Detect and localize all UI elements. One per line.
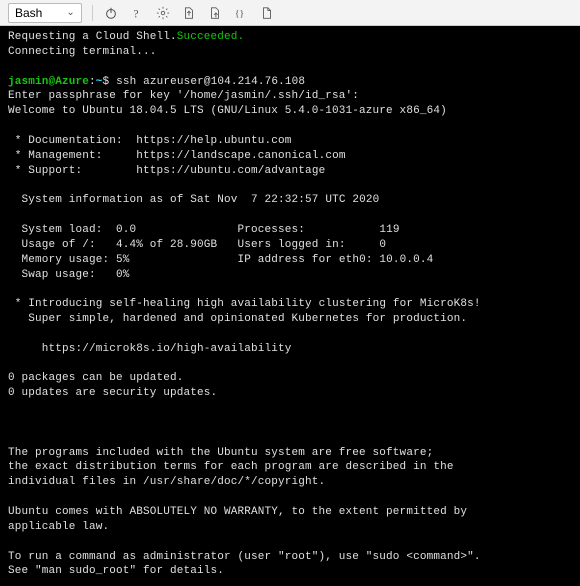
- new-file-icon[interactable]: [207, 5, 223, 21]
- text-line: Requesting a Cloud Shell.: [8, 31, 177, 43]
- text-line: Connecting terminal...: [8, 46, 157, 58]
- upload-file-icon[interactable]: [181, 5, 197, 21]
- settings-icon[interactable]: [155, 5, 171, 21]
- braces-icon[interactable]: {}: [233, 5, 249, 21]
- prompt-sep: :: [89, 76, 96, 88]
- cloud-shell-toolbar: Bash ⌄ ? {}: [0, 0, 580, 26]
- shell-selector[interactable]: Bash ⌄: [8, 3, 82, 23]
- prompt-user: jasmin@Azure: [8, 76, 89, 88]
- text-line: See "man sudo_root" for details.: [8, 565, 224, 577]
- text-line: System information as of Sat Nov 7 22:32…: [8, 194, 379, 206]
- text-succeeded: Succeeded.: [177, 31, 245, 43]
- text-line: Memory usage: 5% IP address for eth0: 10…: [8, 254, 433, 266]
- text-line: System load: 0.0 Processes: 119: [8, 224, 400, 236]
- help-icon[interactable]: ?: [129, 5, 145, 21]
- shell-selector-label: Bash: [15, 6, 42, 20]
- text-line: Welcome to Ubuntu 18.04.5 LTS (GNU/Linux…: [8, 105, 447, 117]
- text-line: 0 packages can be updated.: [8, 372, 184, 384]
- text-line: Swap usage: 0%: [8, 269, 130, 281]
- text-line: * Management: https://landscape.canonica…: [8, 150, 346, 162]
- svg-text:{}: {}: [235, 8, 244, 19]
- text-line: To run a command as administrator (user …: [8, 551, 481, 563]
- text-line: applicable law.: [8, 521, 109, 533]
- toolbar-separator: [92, 5, 93, 21]
- prompt-path: ~: [96, 76, 103, 88]
- svg-text:?: ?: [133, 8, 138, 20]
- text-line: the exact distribution terms for each pr…: [8, 461, 454, 473]
- text-line: Usage of /: 4.4% of 28.90GB Users logged…: [8, 239, 386, 251]
- text-line: * Introducing self-healing high availabi…: [8, 298, 481, 310]
- command-text: ssh azureuser@104.214.76.108: [116, 76, 305, 88]
- text-line: * Documentation: https://help.ubuntu.com: [8, 135, 292, 147]
- terminal-output[interactable]: Requesting a Cloud Shell.Succeeded. Conn…: [0, 26, 580, 586]
- text-line: individual files in /usr/share/doc/*/cop…: [8, 476, 325, 488]
- text-line: Ubuntu comes with ABSOLUTELY NO WARRANTY…: [8, 506, 467, 518]
- text-line: Enter passphrase for key '/home/jasmin/.…: [8, 90, 359, 102]
- open-file-icon[interactable]: [259, 5, 275, 21]
- text-line: Super simple, hardened and opinionated K…: [8, 313, 467, 325]
- text-line: 0 updates are security updates.: [8, 387, 217, 399]
- prompt-dollar: $: [103, 76, 117, 88]
- power-icon[interactable]: [103, 5, 119, 21]
- text-line: https://microk8s.io/high-availability: [8, 343, 292, 355]
- text-line: * Support: https://ubuntu.com/advantage: [8, 165, 325, 177]
- text-line: The programs included with the Ubuntu sy…: [8, 447, 433, 459]
- chevron-down-icon: ⌄: [66, 7, 74, 18]
